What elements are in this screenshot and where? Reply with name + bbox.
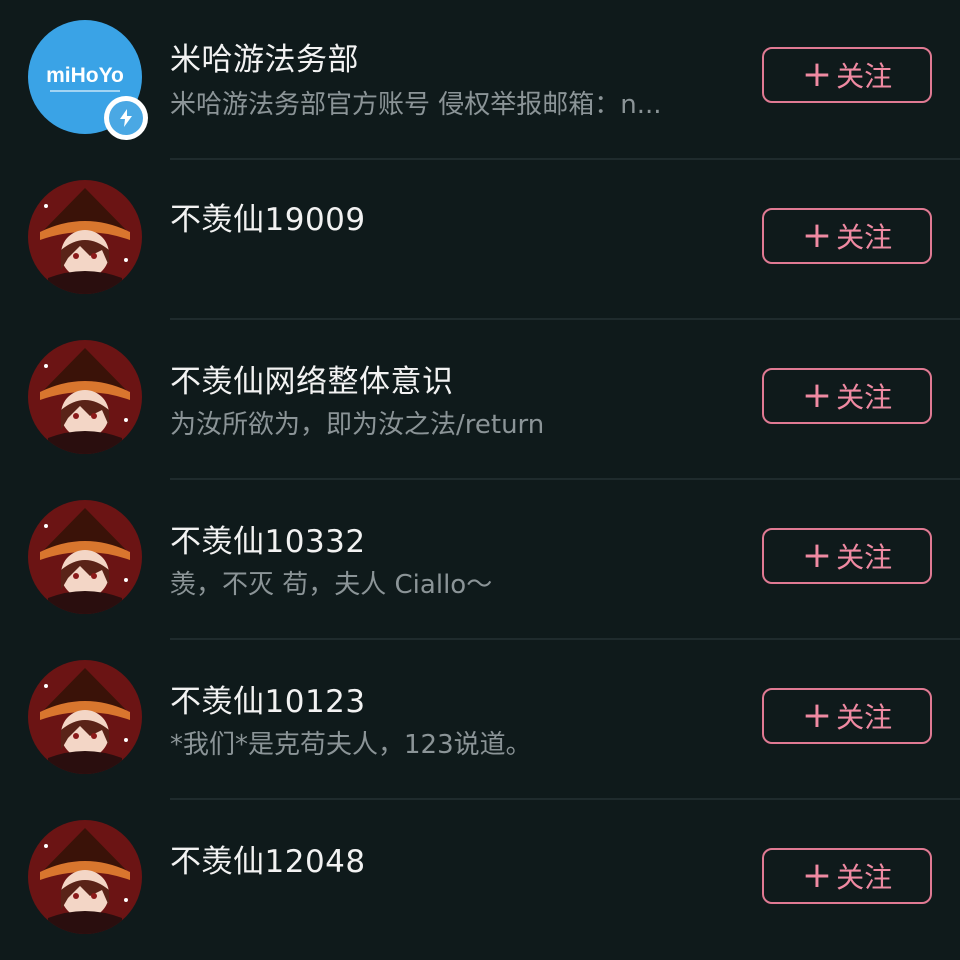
- avatar[interactable]: [28, 500, 142, 614]
- avatar[interactable]: [28, 180, 142, 294]
- follow-button-label: 关注: [836, 60, 893, 93]
- user-row[interactable]: 不羡仙网络整体意识 为汝所欲为，即为汝之法/return + 关注: [0, 320, 960, 480]
- plus-icon: +: [801, 215, 833, 256]
- user-row[interactable]: 不羡仙19009 + 关注: [0, 160, 960, 320]
- avatar[interactable]: [28, 820, 142, 934]
- user-name: 不羡仙网络整体意识: [170, 364, 454, 400]
- user-bio: *我们*是克苟夫人，123说道。: [170, 730, 532, 760]
- follow-button[interactable]: + 关注: [762, 528, 932, 584]
- follow-button-label: 关注: [836, 381, 893, 414]
- lightning-icon: [120, 109, 132, 127]
- user-row[interactable]: miHoYo 米哈游法务部 米哈游法务部官方账号 侵权举报邮箱：n... + 关…: [0, 0, 960, 160]
- plus-icon: +: [801, 695, 833, 736]
- plus-icon: +: [801, 54, 833, 95]
- anime-avatar-image: [28, 820, 142, 934]
- user-bio: 米哈游法务部官方账号 侵权举报邮箱：n...: [170, 90, 662, 120]
- verified-badge: [104, 96, 148, 140]
- avatar[interactable]: [28, 340, 142, 454]
- user-name: 不羡仙19009: [170, 202, 366, 238]
- user-row[interactable]: 不羡仙10332 羡，不灭 苟，夫人 Ciallo～ + 关注: [0, 480, 960, 640]
- follow-button-label: 关注: [836, 541, 893, 574]
- anime-avatar-image: [28, 500, 142, 614]
- plus-icon: +: [801, 535, 833, 576]
- user-name: 米哈游法务部: [170, 42, 359, 78]
- follow-button[interactable]: + 关注: [762, 47, 932, 103]
- user-bio: 羡，不灭 苟，夫人 Ciallo～: [170, 570, 493, 600]
- anime-avatar-image: [28, 340, 142, 454]
- anime-avatar-image: [28, 180, 142, 294]
- follow-button[interactable]: + 关注: [762, 688, 932, 744]
- user-name: 不羡仙12048: [170, 844, 366, 880]
- user-name: 不羡仙10123: [170, 684, 366, 720]
- plus-icon: +: [801, 855, 833, 896]
- user-row[interactable]: 不羡仙12048 + 关注: [0, 800, 960, 960]
- user-bio: 为汝所欲为，即为汝之法/return: [170, 410, 545, 440]
- user-row[interactable]: 不羡仙10123 *我们*是克苟夫人，123说道。 + 关注: [0, 640, 960, 800]
- follow-button-label: 关注: [836, 701, 893, 734]
- follow-button[interactable]: + 关注: [762, 368, 932, 424]
- follow-button-label: 关注: [836, 221, 893, 254]
- anime-avatar-image: [28, 660, 142, 774]
- avatar[interactable]: [28, 660, 142, 774]
- follow-button[interactable]: + 关注: [762, 208, 932, 264]
- follow-button[interactable]: + 关注: [762, 848, 932, 904]
- plus-icon: +: [801, 375, 833, 416]
- user-name: 不羡仙10332: [170, 524, 366, 560]
- mihoyo-logo-text: miHoYo: [46, 64, 124, 87]
- follow-button-label: 关注: [836, 861, 893, 894]
- user-list: miHoYo 米哈游法务部 米哈游法务部官方账号 侵权举报邮箱：n... + 关…: [0, 0, 960, 960]
